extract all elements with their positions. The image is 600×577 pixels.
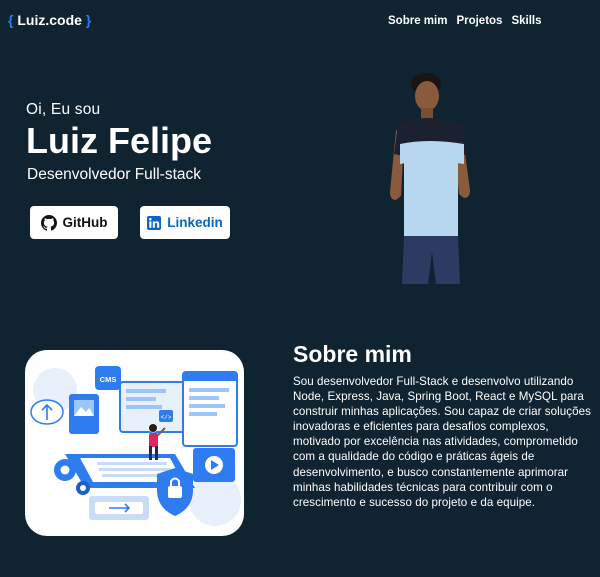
nav-link-skills[interactable]: Skills [511, 15, 541, 27]
linkedin-button-label: Linkedin [167, 215, 223, 230]
cloud-upload-icon [30, 399, 64, 425]
about-description: Sou desenvolvedor Full-Stack e desenvolv… [293, 375, 591, 509]
github-button-label: GitHub [62, 215, 108, 230]
profile-photo [390, 73, 470, 284]
about-illustration: CMS </> [25, 350, 244, 536]
github-button[interactable]: GitHub [30, 206, 118, 239]
developer-illustration: CMS </> [30, 366, 241, 526]
hero-greeting: Oi, Eu sou [26, 101, 101, 118]
cms-badge-text: CMS [100, 375, 117, 384]
logo-close-brace: } [85, 12, 92, 28]
github-icon [40, 214, 57, 231]
main-nav: Sobre mim Projetos Skills [388, 15, 542, 27]
about-title: Sobre mim [293, 341, 412, 367]
nav-link-sobre-mim[interactable]: Sobre mim [388, 15, 447, 27]
nav-link-projetos[interactable]: Projetos [456, 15, 502, 27]
hero-name: Luiz Felipe [26, 120, 213, 161]
linkedin-icon [147, 215, 162, 230]
logo-text: Luiz.code [17, 12, 82, 28]
logo[interactable]: { Luiz.code } [8, 12, 91, 28]
hero-role: Desenvolvedor Full-stack [27, 166, 202, 183]
svg-text:</>: </> [161, 414, 172, 421]
logo-open-brace: { [8, 12, 14, 28]
linkedin-button[interactable]: Linkedin [140, 206, 230, 239]
lock-icon [157, 468, 193, 516]
